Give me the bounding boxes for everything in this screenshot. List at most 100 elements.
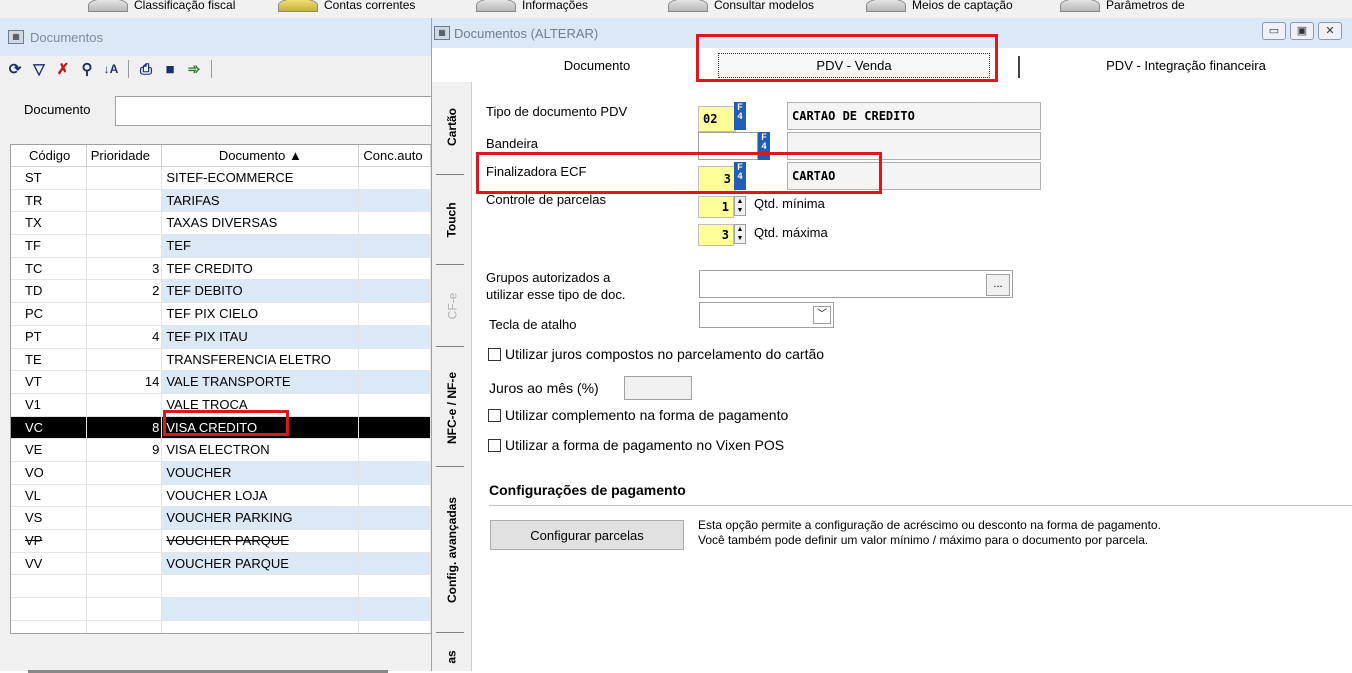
finalizadora-code[interactable]: 3 [698,166,736,192]
chevron-down-icon[interactable]: ﹀ [813,306,831,324]
config-note-line-2: Você também pode definir um valor mínimo… [698,533,1149,547]
cell-code: VT [11,371,87,393]
cell-conc [359,393,431,416]
tipo-documento-code[interactable]: 02 [698,106,736,132]
cell-code: TD [11,280,87,303]
qtd-minima-spinner[interactable]: ▲ ▼ [734,196,746,216]
qtd-maxima-label: Qtd. máxima [754,225,828,240]
table-row[interactable]: VV VOUCHER PARQUE [11,552,431,576]
chk-vixen-pos[interactable]: Utilizar a forma de pagamento no Vixen P… [488,437,784,453]
cell-priority: 9 [87,439,163,461]
ribbon-contas[interactable]: Contas correntes [278,0,415,14]
vtab-separator [436,174,464,175]
ribbon-classificacao[interactable]: Classificação fiscal [88,0,235,14]
cell-document: TEF [162,235,360,257]
ribbon-consultar[interactable]: Consultar modelos [668,0,814,14]
grupos-input[interactable] [699,270,1013,298]
ribbon-informacoes[interactable]: Informações [476,0,588,14]
table-row[interactable]: TR TARIFAS [11,189,431,213]
qtd-maxima-spinner[interactable]: ▲ ▼ [734,224,746,244]
search-icon[interactable]: ⚲ [78,60,96,78]
f4-lookup-icon[interactable]: F4 [734,102,746,130]
qtd-maxima-input[interactable]: 3 [698,224,734,246]
qtd-minima-input[interactable]: 1 [698,196,734,218]
juros-input[interactable] [624,376,692,400]
f4-lookup-icon[interactable]: F4 [734,162,746,190]
table-row[interactable]: TF TEF [11,235,431,258]
minimize-icon[interactable]: ▭ [1262,22,1286,40]
cell-document: TEF PIX ITAU [162,325,360,348]
cell-document: SITEF-ECOMMERCE [162,167,360,189]
cell-code: ST [11,167,87,189]
table-row[interactable]: TX TAXAS DIVERSAS [11,212,431,236]
table-row[interactable]: TD 2 TEF DEBITO [11,280,431,304]
cell-priority [87,167,163,189]
bandeira-input[interactable] [698,132,758,160]
cell-document: TRANSFERENCIA ELETRO [162,348,360,371]
cell-document: VISA CREDITO [162,416,360,439]
clear-filter-icon[interactable]: ✗ [54,60,72,78]
filter-icon[interactable]: ▽ [30,60,48,78]
col-header-priority[interactable]: Prioridade [87,145,163,166]
cell-priority [87,303,163,325]
right-window-title: Documentos (ALTERAR) [454,25,599,41]
cell-code: TC [11,257,87,280]
table-row[interactable]: VO VOUCHER [11,461,431,485]
cell-code: VL [11,484,87,507]
table-row[interactable]: TE TRANSFERENCIA ELETRO [11,348,431,372]
table-row[interactable]: VE 9 VISA ELECTRON [11,439,431,462]
print-icon[interactable]: ⎙ [137,61,155,78]
f4-lookup-icon[interactable]: F4 [758,132,770,160]
refresh-icon[interactable]: ⟳ [6,60,24,78]
ribbon-parametros[interactable]: Parâmetros de [1060,0,1185,14]
table-row[interactable]: VP VOUCHER PARQUE [11,530,431,553]
maximize-icon[interactable]: ▣ [1290,22,1314,40]
configurar-parcelas-button[interactable]: Configurar parcelas [490,520,684,550]
col-header-conc[interactable]: Conc.auto [359,145,431,166]
table-row[interactable]: ST SITEF-ECOMMERCE [11,167,431,190]
checkbox-icon[interactable] [488,347,501,361]
ribbon-meios[interactable]: Meios de captação [866,0,1013,14]
documents-grid[interactable]: Código Prioridade Documento ▲ Conc.auto … [10,144,432,634]
tab-pdv-integracao[interactable]: PDV - Integração financeira [1020,48,1352,82]
toolbar-separator [128,60,129,78]
table-row[interactable]: VC 8 VISA CREDITO [11,416,431,440]
cell-priority [87,189,163,212]
sort-icon[interactable]: ↓A [102,62,120,76]
table-row[interactable]: VL VOUCHER LOJA [11,484,431,508]
vtab-touch[interactable]: Touch [432,178,472,262]
vtab-nfce-nfe[interactable]: NFC-e / NF-e [432,350,472,466]
table-row[interactable]: VS VOUCHER PARKING [11,507,431,530]
table-row[interactable]: TC 3 TEF CREDITO [11,257,431,281]
table-row[interactable]: PC TEF PIX CIELO [11,303,431,326]
finalizadora-desc: CARTAO [787,162,1041,190]
checkbox-icon[interactable] [488,438,501,452]
chk-complemento[interactable]: Utilizar complemento na forma de pagamen… [488,407,788,423]
grupos-browse-button[interactable]: ... [986,274,1010,296]
vtab-cartao[interactable]: Cartão [432,82,472,172]
cell-empty [359,620,431,633]
col-header-document[interactable]: Documento ▲ [162,145,360,166]
cell-code: VV [11,552,87,575]
cell-code: TE [11,348,87,371]
cell-code: PT [11,325,87,348]
document-filter-input[interactable] [115,96,432,126]
checkbox-icon[interactable] [488,408,501,422]
cell-priority: 8 [86,416,163,439]
section-divider [489,505,1352,506]
chk-juros-compostos[interactable]: Utilizar juros compostos no parcelamento… [488,346,824,362]
save-icon[interactable]: ■ [161,61,179,78]
tecla-atalho-select[interactable]: ﹀ [699,302,834,328]
table-row[interactable]: PT 4 TEF PIX ITAU [11,325,431,349]
table-row[interactable]: V1 VALE TROCA [11,393,431,417]
col-header-code[interactable]: Código [11,145,87,166]
table-row[interactable]: VT 14 VALE TRANSPORTE [11,371,431,394]
export-icon[interactable]: ➾ [185,60,203,78]
vtab-partial[interactable]: as [432,642,472,672]
vtab-config-avancadas[interactable]: Config. avançadas [432,470,472,630]
tab-pdv-venda[interactable]: PDV - Venda [704,48,1004,82]
cell-priority [87,212,163,235]
tab-documento[interactable]: Documento [472,48,722,82]
close-icon[interactable]: ✕ [1318,22,1342,40]
vertical-tabs: Cartão Touch CF-e NFC-e / NF-e Config. a… [432,82,472,671]
